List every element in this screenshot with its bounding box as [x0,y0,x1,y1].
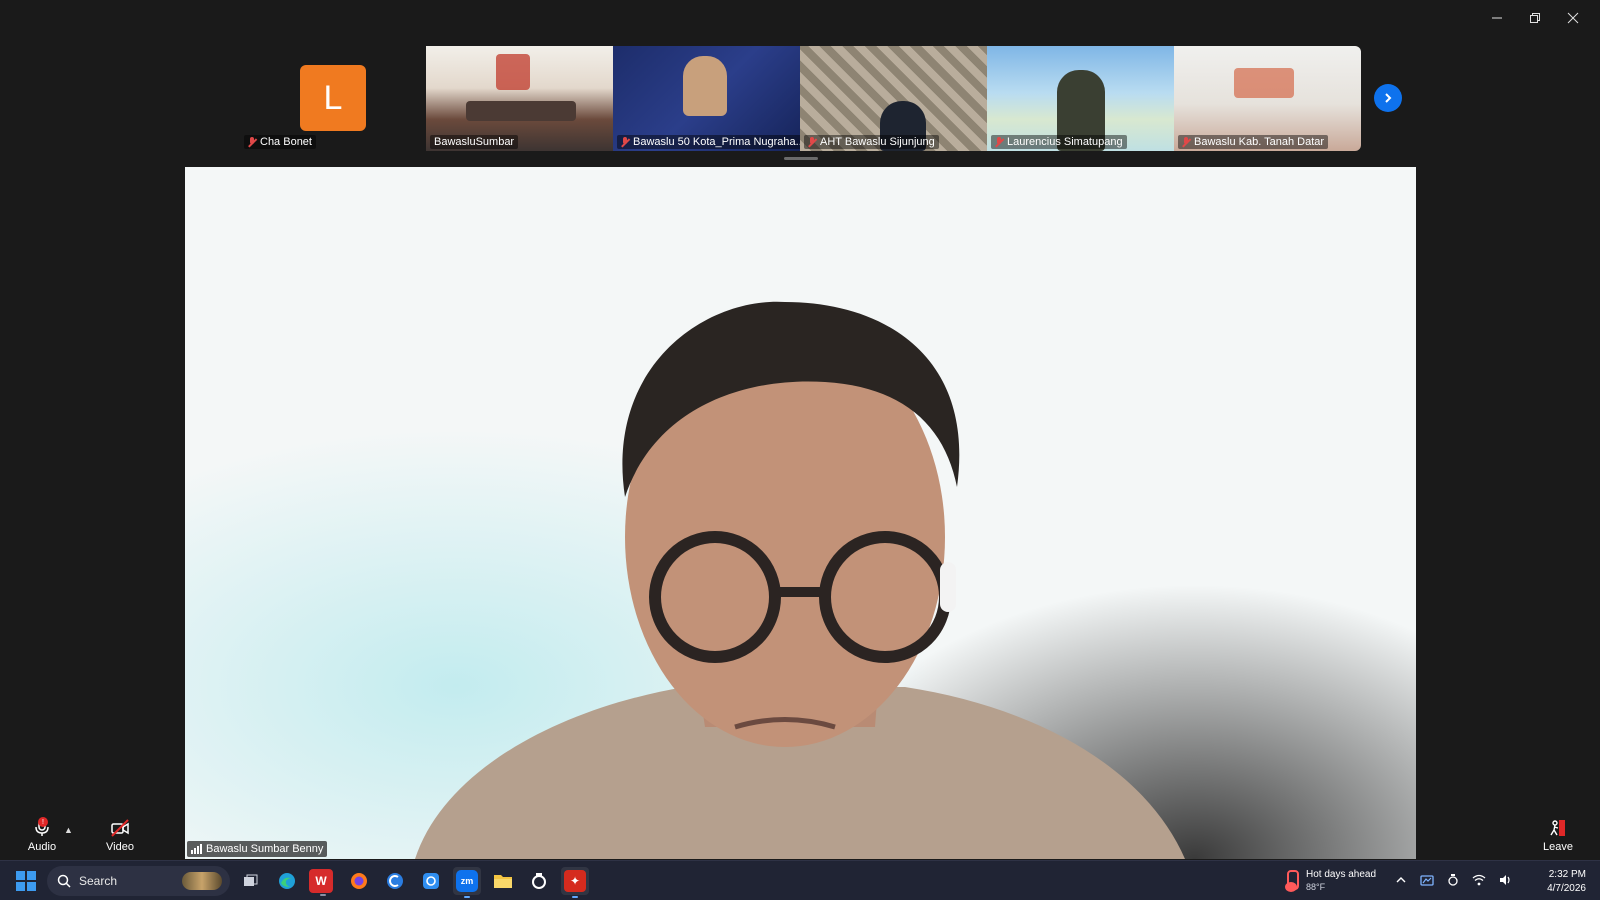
participant-tile[interactable]: Bawaslu Kab. Tanah Datar [1174,46,1361,151]
taskbar-search[interactable]: Search [47,866,230,896]
participant-tile[interactable]: Bawaslu 50 Kota_Prima Nugraha... [613,46,800,151]
participant-name: Bawaslu 50 Kota_Prima Nugraha... [617,135,800,149]
participant-tile[interactable]: AHT Bawaslu Sijunjung [800,46,987,151]
muted-mic-icon [995,136,1003,148]
sync-app-icon[interactable] [417,867,445,895]
participant-strip: L Cha Bonet BawasluSumbar Bawaslu 50 Kot… [0,46,1600,151]
video-off-icon [111,818,129,837]
restore-icon[interactable] [1516,6,1554,30]
video-label: Video [106,840,134,853]
wifi-icon[interactable] [1472,873,1486,887]
start-button[interactable] [16,871,36,891]
avatar: L [300,65,366,131]
meeting-controls: Audio ! ▲ Video Leave [0,811,1600,859]
thermometer-icon [1282,870,1300,892]
window-controls [1478,6,1592,30]
speaker-video-frame [415,301,1185,859]
participant-name-label: Bawaslu 50 Kota_Prima Nugraha... [633,136,800,148]
banner-decoration [496,54,530,90]
muted-mic-icon [248,136,256,148]
weather-widget[interactable]: Hot days ahead 88°F [1282,868,1376,894]
onedrive-icon[interactable] [1420,873,1434,887]
clock[interactable]: 2:32 PM 4/7/2026 [1547,868,1586,896]
audio-warning-badge: ! [38,817,48,827]
close-icon[interactable] [1554,6,1592,30]
recording-app-icon[interactable] [525,867,553,895]
search-placeholder: Search [79,874,118,888]
recorder-tray-icon[interactable] [1446,873,1460,887]
edge-browser-icon[interactable] [273,867,301,895]
leave-label: Leave [1543,840,1573,853]
participant-name: AHT Bawaslu Sijunjung [804,135,939,149]
participant-tile[interactable]: Laurencius Simatupang [987,46,1174,151]
participant-name: BawasluSumbar [430,135,519,149]
weather-temp: 88°F [1306,882,1326,892]
clock-date: 4/7/2026 [1547,883,1586,894]
audio-options-caret-icon[interactable]: ▲ [64,825,73,835]
participant-name-label: Laurencius Simatupang [1007,136,1123,148]
search-highlight-image [182,872,222,890]
system-tray [1394,873,1512,887]
task-view-icon[interactable] [237,867,265,895]
copilot-browser-icon[interactable] [381,867,409,895]
zoom-app-icon[interactable]: zm [453,867,481,898]
minimize-icon[interactable] [1478,6,1516,30]
participant-name-label: Bawaslu Kab. Tanah Datar [1194,136,1325,148]
table-decoration [466,101,576,121]
taskbar: Search W zm ✦ Hot days ahead 88°F 2:32 P… [0,860,1600,900]
banner-decoration [1234,68,1294,98]
muted-mic-icon [808,136,816,148]
participant-tile[interactable]: BawasluSumbar [426,46,613,151]
weather-title: Hot days ahead [1306,869,1377,880]
participant-name-label: Cha Bonet [260,136,312,148]
next-page-button[interactable] [1374,84,1402,112]
chevron-right-icon [1385,93,1392,103]
participant-name-label: AHT Bawaslu Sijunjung [820,136,935,148]
pdf-reader-icon[interactable]: ✦ [561,867,589,898]
audio-label: Audio [27,840,57,853]
muted-mic-icon [1182,136,1190,148]
main-video: Bawaslu Sumbar Benny [185,167,1416,859]
file-explorer-icon[interactable] [489,867,517,895]
leave-button[interactable]: Leave [1528,811,1588,859]
participant-name: Bawaslu Kab. Tanah Datar [1178,135,1329,149]
volume-icon[interactable] [1498,873,1512,887]
search-icon [57,874,71,888]
participant-tile-self[interactable]: L Cha Bonet [240,46,426,151]
muted-mic-icon [621,136,629,148]
participant-name: Laurencius Simatupang [991,135,1127,149]
firefox-icon[interactable] [345,867,373,895]
wps-office-icon[interactable]: W [309,869,333,896]
person-silhouette [683,56,727,116]
participant-name: Cha Bonet [244,135,316,149]
video-button[interactable]: Video [90,811,150,859]
clock-time: 2:32 PM [1548,869,1586,880]
strip-resize-handle[interactable] [784,157,818,160]
chevron-up-icon[interactable] [1394,873,1408,887]
leave-door-icon [1550,819,1565,836]
participant-name-label: BawasluSumbar [434,136,515,148]
